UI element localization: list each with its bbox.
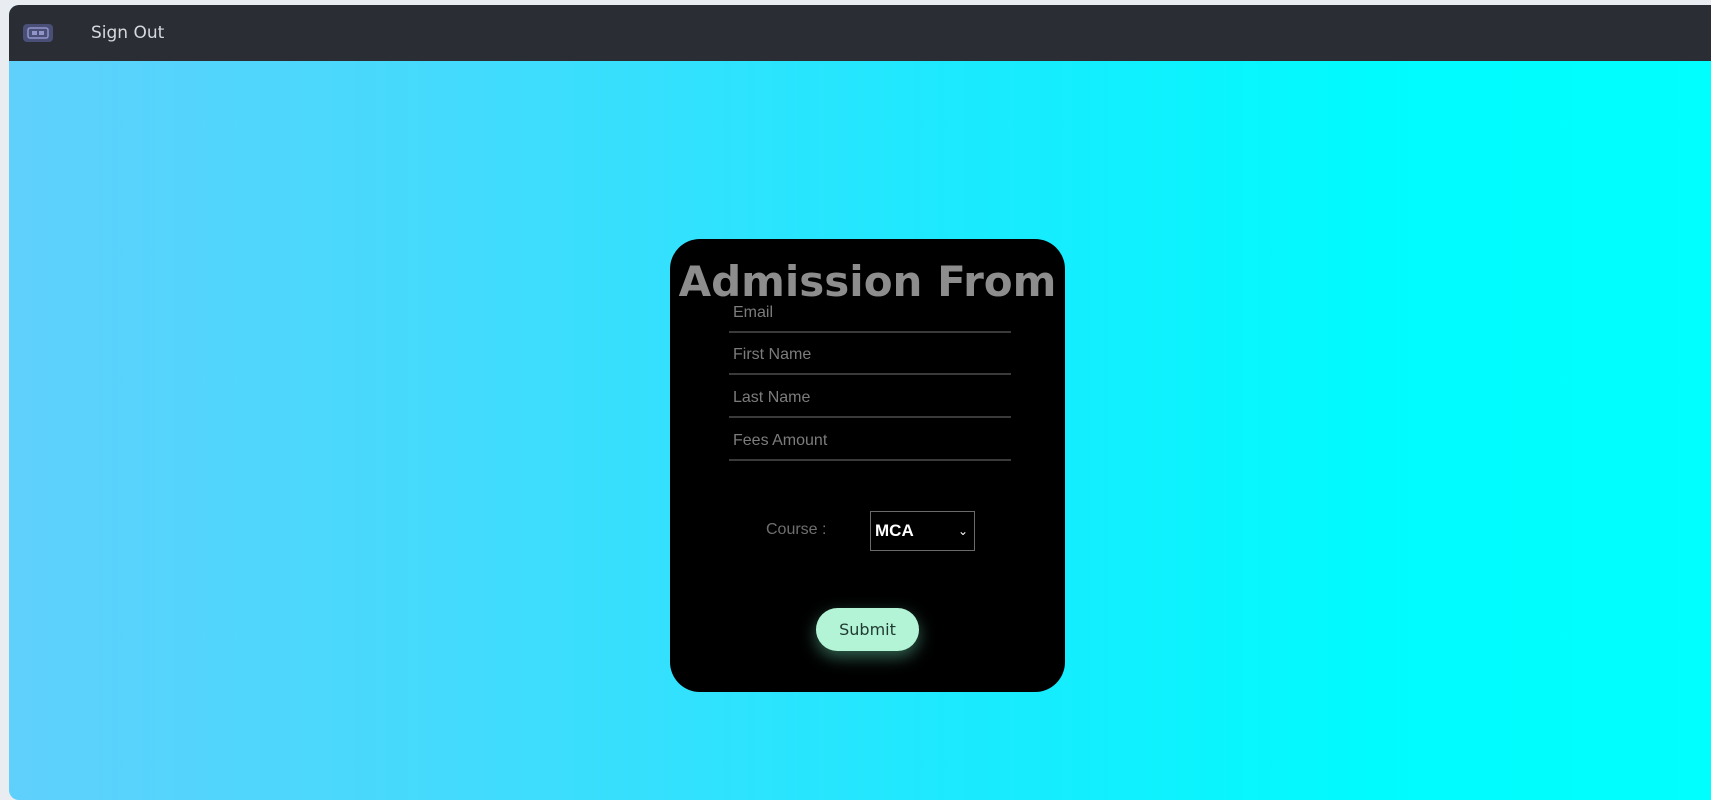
chevron-down-icon: ⌄ bbox=[957, 524, 968, 538]
last-name-field-wrapper bbox=[729, 380, 1011, 418]
sign-out-link[interactable]: Sign Out bbox=[91, 23, 164, 43]
top-navbar: Sign Out bbox=[9, 5, 1711, 61]
app-window: Sign Out Admission From Course : MCA ⌄ S… bbox=[9, 5, 1711, 800]
submit-button[interactable]: Submit bbox=[816, 608, 919, 651]
app-logo-icon[interactable] bbox=[23, 24, 53, 42]
first-name-input[interactable] bbox=[729, 337, 1011, 373]
admission-form-card: Admission From Course : MCA ⌄ Submit bbox=[670, 239, 1065, 692]
course-selected-value: MCA bbox=[875, 521, 914, 540]
fees-amount-input[interactable] bbox=[729, 423, 1011, 459]
logo-glyph-icon bbox=[27, 27, 49, 39]
last-name-input[interactable] bbox=[729, 380, 1011, 416]
first-name-field-wrapper bbox=[729, 337, 1011, 375]
fees-amount-field-wrapper bbox=[729, 423, 1011, 461]
course-label: Course : bbox=[766, 521, 827, 538]
email-field-wrapper bbox=[729, 295, 1011, 333]
course-select[interactable]: MCA ⌄ bbox=[870, 511, 975, 551]
email-input[interactable] bbox=[729, 295, 1011, 331]
